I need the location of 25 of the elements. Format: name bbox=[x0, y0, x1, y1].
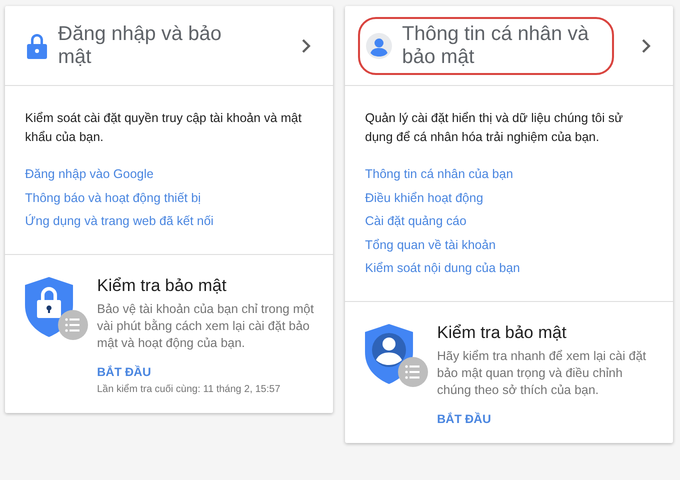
checkup-description: Bảo vệ tài khoản của bạn chỉ trong một vài phút bằng cách xem lại cài đặt bảo mật và hoạt động của bạn. bbox=[97, 300, 315, 352]
card-description: Quản lý cài đặt hiển thị và dữ liệu chúng tôi sử dụng để cá nhân hóa trải nghiệm của bạn. bbox=[365, 110, 624, 146]
settings-link[interactable]: Ứng dụng và trang web đã kết nối bbox=[25, 210, 214, 234]
shield-lock-icon bbox=[23, 274, 89, 340]
card-title[interactable]: Thông tin cá nhân và bảo mật bbox=[402, 22, 602, 68]
start-button[interactable]: BẮT ĐẦU bbox=[437, 410, 491, 426]
settings-link[interactable]: Đăng nhập vào Google bbox=[25, 163, 154, 186]
start-button[interactable]: BẮT ĐẦU bbox=[97, 364, 151, 380]
settings-link[interactable]: Kiểm soát nội dung của bạn bbox=[365, 257, 520, 280]
shield-person-icon bbox=[363, 322, 429, 388]
checkup-title: Kiểm tra bảo mật bbox=[437, 322, 568, 344]
card-description: Kiểm soát cài đặt quyền truy cập tài khoản và mật khẩu của bạn. bbox=[25, 110, 303, 146]
settings-link[interactable]: Tổng quan về tài khoản bbox=[365, 234, 496, 257]
settings-link[interactable]: Cài đặt quảng cáo bbox=[365, 210, 466, 234]
card-title[interactable]: Đăng nhập và bảo mật bbox=[58, 22, 258, 68]
settings-link[interactable]: Thông báo và hoạt động thiết bị bbox=[25, 186, 201, 210]
settings-link[interactable]: Điều khiển hoạt động bbox=[365, 186, 484, 210]
person-icon bbox=[366, 32, 392, 58]
checkup-title: Kiểm tra bảo mật bbox=[97, 274, 228, 296]
checkup-description: Hãy kiểm tra nhanh để xem lại cài đặt bảo mật quan trọng và điều chỉnh chúng theo sở thích của bạn. bbox=[437, 348, 648, 398]
last-check-text: Lần kiểm tra cuối cùng: 11 tháng 2, 15:57 bbox=[97, 382, 282, 396]
lock-icon bbox=[26, 32, 48, 58]
chevron-right-icon[interactable] bbox=[641, 38, 651, 54]
settings-link[interactable]: Thông tin cá nhân của bạn bbox=[365, 163, 514, 186]
chevron-right-icon[interactable] bbox=[301, 38, 311, 54]
